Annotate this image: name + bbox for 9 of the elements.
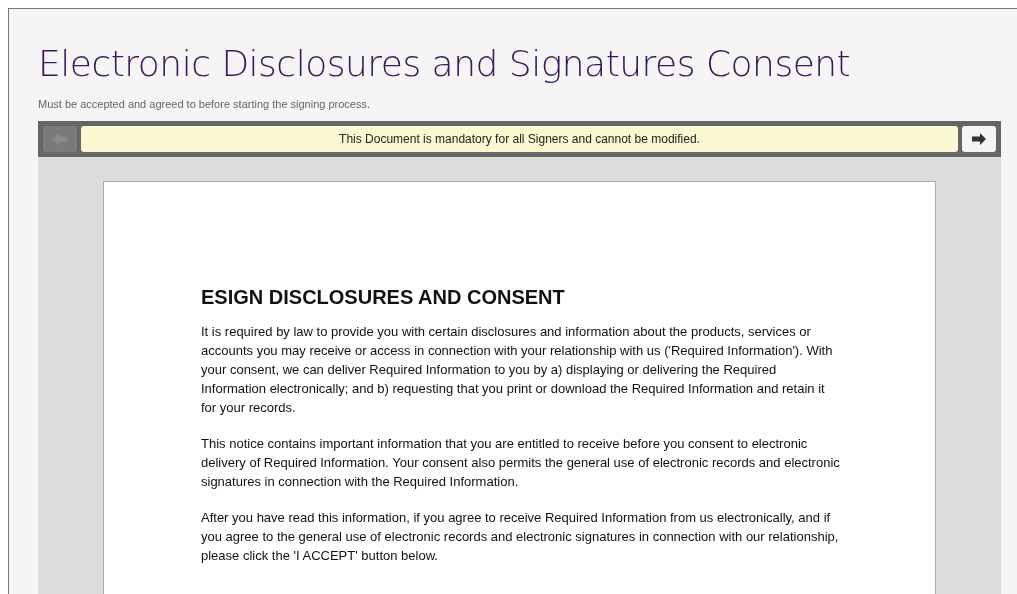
document-paragraph: After you have read this information, if you agree to receive Required Information from us electronically, and if you agree to the general use of electronic records and electronic signatures in connection with our relationship, please click the 'I ACCEPT' button below.: [201, 508, 840, 565]
page-subtitle: Must be accepted and agreed to before starting the signing process.: [38, 97, 372, 112]
right-arrow-icon: [972, 132, 986, 145]
document-paragraph: This notice contains important information that you are entitled to receive before you consent to electronic delivery of Required Information. Your consent also permits the general use of electronic records and electronic signatures in connection with the Required Information.: [201, 434, 841, 491]
document-heading: ESIGN DISCLOSURES AND CONSENT: [201, 284, 566, 310]
notice-banner: This Document is mandatory for all Signers and cannot be modified.: [81, 125, 958, 152]
page-title: Electronic Disclosures and Signatures Consent: [38, 42, 852, 86]
next-button[interactable]: [962, 125, 996, 152]
document-paragraph: It is required by law to provide you with certain disclosures and information about the products, services or accounts you may receive or access in connection with your relationship with us ('Required Information'). With your consent, we can deliver Required Information to you by a) displaying or delivering the Required Information electronically; and b) requesting that you print or download the Required Information and retain it for your records.: [201, 322, 834, 417]
